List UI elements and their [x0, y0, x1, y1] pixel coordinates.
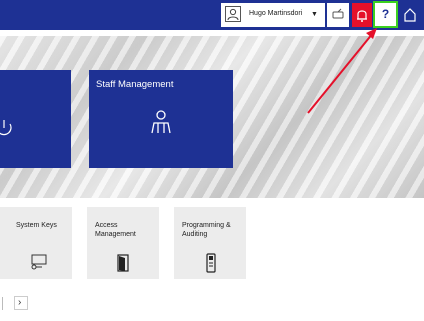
door-icon: [117, 254, 129, 272]
staff-management-title: Staff Management: [96, 79, 174, 90]
pager-divider: [2, 297, 3, 310]
chevron-down-icon[interactable]: ▼: [311, 11, 318, 18]
access-management-tile[interactable]: Access Management: [87, 207, 159, 279]
bell-icon: [357, 10, 367, 22]
help-button[interactable]: ?: [373, 1, 398, 28]
user-name: Hugo Martinsdori: [249, 10, 303, 17]
system-keys-label: System Keys: [16, 222, 57, 229]
staff-icon: [151, 110, 171, 134]
programming-auditing-label: Programming & Auditing: [182, 222, 231, 238]
key-icon: [332, 8, 344, 19]
home-button[interactable]: [400, 3, 420, 27]
next-page-button[interactable]: ›: [14, 296, 28, 310]
user-icon: [225, 6, 241, 22]
home-icon: [404, 8, 416, 22]
access-management-label: Access Management: [95, 222, 136, 238]
programmer-device-icon: [206, 253, 216, 273]
system-keys-icon: [31, 254, 47, 270]
power-icon: [0, 120, 12, 136]
user-menu[interactable]: Hugo Martinsdori ▼: [221, 3, 325, 27]
staff-management-tile[interactable]: Staff Management: [89, 70, 233, 168]
keys-button[interactable]: [327, 3, 349, 27]
programming-auditing-tile[interactable]: Programming & Auditing: [174, 207, 246, 279]
hero-tile-left[interactable]: [0, 70, 71, 168]
top-bar: Hugo Martinsdori ▼ ?: [0, 0, 424, 30]
help-icon: ?: [381, 7, 390, 21]
chevron-right-icon: ›: [18, 297, 22, 308]
notifications-button[interactable]: [352, 3, 372, 27]
system-keys-tile[interactable]: System Keys: [0, 207, 72, 279]
